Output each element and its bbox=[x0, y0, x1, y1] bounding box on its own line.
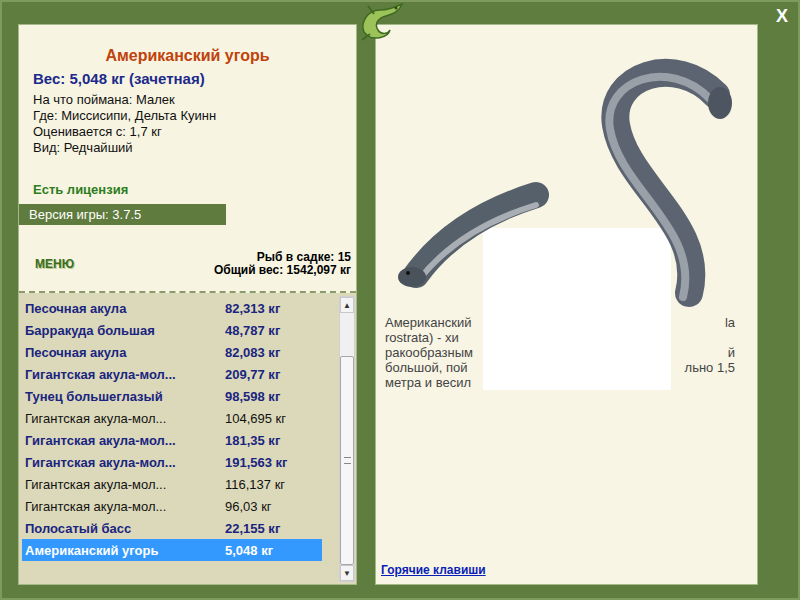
fish-name: Гигантская акула-мол... bbox=[22, 477, 225, 492]
catch-row[interactable]: Гигантская акула-мол... 181,35 кг bbox=[22, 429, 322, 451]
fish-weight-cell: 209,77 кг bbox=[225, 367, 280, 382]
fish-weight-cell: 5,048 кг bbox=[225, 543, 273, 558]
description-line: Американский bbox=[385, 315, 483, 330]
fish-name: Гигантская акула-мол... bbox=[22, 433, 225, 448]
description-line: большой, пой bbox=[385, 360, 483, 375]
license-status: Есть лицензия bbox=[19, 182, 356, 198]
detail-line: Оценивается с: 1,7 кг bbox=[33, 124, 356, 140]
catch-row[interactable]: Гигантская акула-мол... 116,137 кг bbox=[22, 473, 322, 495]
fish-name: Барракуда большая bbox=[22, 323, 225, 338]
fish-weight-cell: 98,598 кг bbox=[225, 389, 280, 404]
scroll-track[interactable] bbox=[340, 313, 354, 565]
description-line bbox=[671, 375, 735, 390]
fish-count: Рыб в садке: 15 bbox=[214, 251, 351, 264]
fish-name: Американский угорь bbox=[22, 543, 225, 558]
fish-weight-cell: 82,083 кг bbox=[225, 345, 280, 360]
hotkeys-link[interactable]: Горячие клавиши bbox=[376, 563, 757, 584]
fish-name: Песочная акула bbox=[22, 301, 225, 316]
fish-details: На что поймана: МалекГде: Миссисипи, Дел… bbox=[19, 92, 356, 156]
fish-weight-cell: 96,03 кг bbox=[225, 499, 272, 514]
fish-weight-cell: 191,563 кг bbox=[225, 455, 288, 470]
fish-weight: Вес: 5,048 кг (зачетная) bbox=[19, 70, 356, 88]
catch-row[interactable]: Американский угорь 5,048 кг bbox=[22, 539, 322, 561]
fish-name: Тунец большеглазый bbox=[22, 389, 225, 404]
version-bar: Версия игры: 3.7.5 bbox=[19, 204, 226, 225]
eel-photo-icon bbox=[376, 25, 756, 315]
menu-button[interactable]: МЕНЮ bbox=[35, 257, 74, 271]
close-button[interactable]: X bbox=[776, 6, 788, 27]
description-line: метра и весил bbox=[385, 375, 483, 390]
fish-weight-cell: 104,695 кг bbox=[225, 411, 286, 426]
description-line: ракообразным bbox=[385, 345, 483, 360]
fish-info: Американский угорь Вес: 5,048 кг (зачетн… bbox=[19, 25, 356, 293]
menu-row: МЕНЮ Рыб в садке: 15 Общий вес: 1542,097… bbox=[19, 249, 356, 279]
catch-list: Песочная акула 82,313 кгБарракуда больша… bbox=[19, 293, 356, 584]
detail-line: Где: Миссисипи, Дельта Куинн bbox=[33, 108, 356, 124]
catch-row[interactable]: Тунец большеглазый 98,598 кг bbox=[22, 385, 322, 407]
detail-line: Вид: Редчайший bbox=[33, 140, 356, 156]
fish-name: Гигантская акула-мол... bbox=[22, 499, 225, 514]
fish-description: Американскийrostrata) - хиракообразнымбо… bbox=[376, 315, 757, 390]
scroll-up-button[interactable]: ▲ bbox=[340, 297, 354, 313]
fish-info-window: X Американский угорь Вес: 5,048 кг (заче… bbox=[0, 0, 800, 600]
scroll-down-button[interactable]: ▼ bbox=[340, 565, 354, 581]
fish-panel: Американский угорь Вес: 5,048 кг (зачетн… bbox=[18, 24, 357, 585]
scroll-thumb[interactable] bbox=[340, 356, 354, 565]
catch-row[interactable]: Гигантская акула-мол... 96,03 кг bbox=[22, 495, 322, 517]
description-line: й bbox=[671, 345, 735, 360]
scrollbar[interactable]: ▲ ▼ bbox=[339, 296, 355, 582]
catch-row[interactable]: Гигантская акула-мол... 104,695 кг bbox=[22, 407, 322, 429]
catch-row[interactable]: Гигантская акула-мол... 191,563 кг bbox=[22, 451, 322, 473]
total-weight: Общий вес: 1542,097 кг bbox=[214, 264, 351, 277]
fish-weight-cell: 22,155 кг bbox=[225, 521, 280, 536]
description-line: la bbox=[671, 315, 735, 330]
lizard-logo-icon bbox=[354, 2, 410, 42]
fish-title: Американский угорь bbox=[19, 46, 356, 66]
fish-weight-cell: 116,137 кг bbox=[225, 477, 285, 492]
fish-name: Песочная акула bbox=[22, 345, 225, 360]
keepnet-stats: Рыб в садке: 15 Общий вес: 1542,097 кг bbox=[214, 251, 351, 277]
catch-row[interactable]: Гигантская акула-мол... 209,77 кг bbox=[22, 363, 322, 385]
description-line: льно 1,5 bbox=[671, 360, 735, 375]
detail-line: На что поймана: Малек bbox=[33, 92, 356, 108]
description-panel: Американскийrostrata) - хиракообразнымбо… bbox=[375, 24, 758, 585]
fish-weight-cell: 48,787 кг bbox=[225, 323, 280, 338]
description-line bbox=[671, 330, 735, 345]
catch-row[interactable]: Полосатый басс 22,155 кг bbox=[22, 517, 322, 539]
fish-weight-cell: 181,35 кг bbox=[225, 433, 280, 448]
description-line: rostrata) - хи bbox=[385, 330, 483, 345]
catch-row[interactable]: Песочная акула 82,313 кг bbox=[22, 297, 322, 319]
fish-name: Гигантская акула-мол... bbox=[22, 367, 225, 382]
fish-photo bbox=[376, 25, 757, 315]
catch-row[interactable]: Барракуда большая 48,787 кг bbox=[22, 319, 322, 341]
fish-name: Полосатый басс bbox=[22, 521, 225, 536]
fish-name: Гигантская акула-мол... bbox=[22, 411, 225, 426]
catch-row[interactable]: Песочная акула 82,083 кг bbox=[22, 341, 322, 363]
fish-weight-cell: 82,313 кг bbox=[225, 301, 280, 316]
fish-name: Гигантская акула-мол... bbox=[22, 455, 225, 470]
